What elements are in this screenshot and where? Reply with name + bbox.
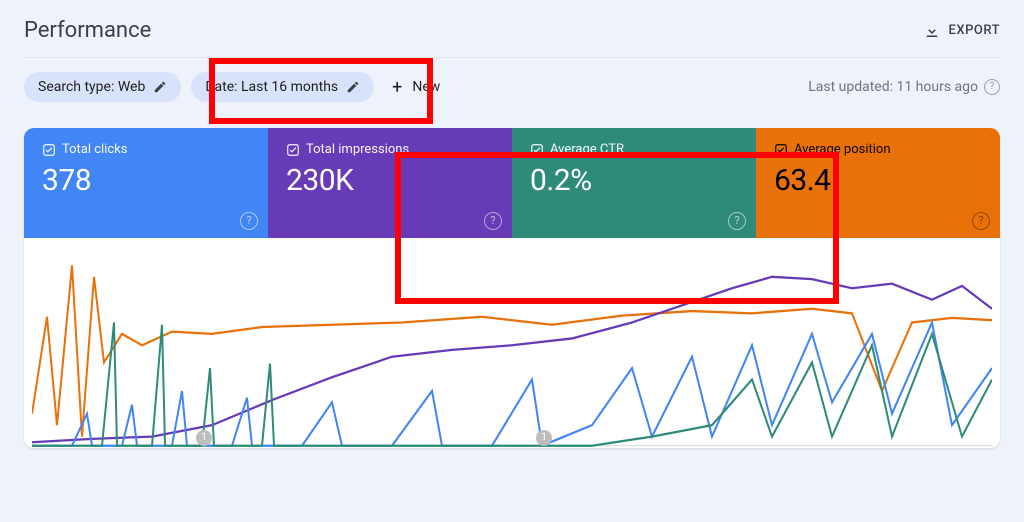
help-icon[interactable]: ? bbox=[984, 79, 1000, 95]
page-header: Performance EXPORT bbox=[24, 18, 1000, 43]
filter-chip-search-type[interactable]: Search type: Web bbox=[24, 72, 181, 102]
export-button[interactable]: EXPORT bbox=[923, 22, 1000, 40]
series-clicks bbox=[32, 322, 992, 445]
page-title: Performance bbox=[24, 18, 151, 43]
pencil-icon bbox=[346, 80, 360, 94]
metric-label: Average CTR bbox=[550, 142, 624, 157]
add-filter-button[interactable]: + New bbox=[384, 73, 448, 102]
checkbox-checked-icon bbox=[530, 143, 544, 157]
help-icon[interactable]: ? bbox=[484, 212, 502, 230]
help-icon[interactable]: ? bbox=[728, 212, 746, 230]
metric-label: Total clicks bbox=[62, 142, 127, 157]
checkbox-checked-icon bbox=[774, 143, 788, 157]
metric-value: 378 bbox=[42, 163, 250, 198]
filter-bar: Search type: Web Date: Last 16 months + … bbox=[24, 72, 1000, 102]
checkbox-checked-icon bbox=[286, 143, 300, 157]
download-icon bbox=[923, 22, 941, 40]
chart-area: 1 1 bbox=[24, 238, 1000, 448]
checkbox-checked-icon bbox=[42, 143, 56, 157]
metric-average-position[interactable]: Average position 63.4 ? bbox=[756, 128, 1000, 238]
help-icon[interactable]: ? bbox=[240, 212, 258, 230]
add-filter-label: New bbox=[412, 79, 440, 95]
help-icon[interactable]: ? bbox=[972, 212, 990, 230]
divider bbox=[24, 57, 1000, 58]
filter-chip-label: Search type: Web bbox=[38, 79, 145, 95]
metric-label: Total impressions bbox=[306, 142, 409, 157]
performance-card: Total clicks 378 ? Total impressions 230… bbox=[24, 128, 1000, 448]
annotation-badge[interactable]: 1 bbox=[536, 430, 552, 446]
metric-value: 63.4 bbox=[774, 163, 982, 198]
metric-value: 0.2% bbox=[530, 163, 738, 198]
plus-icon: + bbox=[392, 77, 402, 98]
metric-average-ctr[interactable]: Average CTR 0.2% ? bbox=[512, 128, 756, 238]
last-updated-text: Last updated: 11 hours ago bbox=[808, 79, 978, 95]
metric-total-impressions[interactable]: Total impressions 230K ? bbox=[268, 128, 512, 238]
series-impressions bbox=[32, 277, 992, 442]
annotation-badge[interactable]: 1 bbox=[196, 430, 212, 446]
export-label: EXPORT bbox=[949, 23, 1000, 38]
filter-chip-date[interactable]: Date: Last 16 months bbox=[191, 72, 374, 102]
metric-value: 230K bbox=[286, 163, 494, 198]
metric-total-clicks[interactable]: Total clicks 378 ? bbox=[24, 128, 268, 238]
filter-chip-label: Date: Last 16 months bbox=[205, 79, 338, 95]
metrics-row: Total clicks 378 ? Total impressions 230… bbox=[24, 128, 1000, 238]
performance-chart[interactable] bbox=[32, 254, 992, 448]
last-updated: Last updated: 11 hours ago ? bbox=[808, 79, 1000, 95]
pencil-icon bbox=[153, 80, 167, 94]
metric-label: Average position bbox=[794, 142, 891, 157]
